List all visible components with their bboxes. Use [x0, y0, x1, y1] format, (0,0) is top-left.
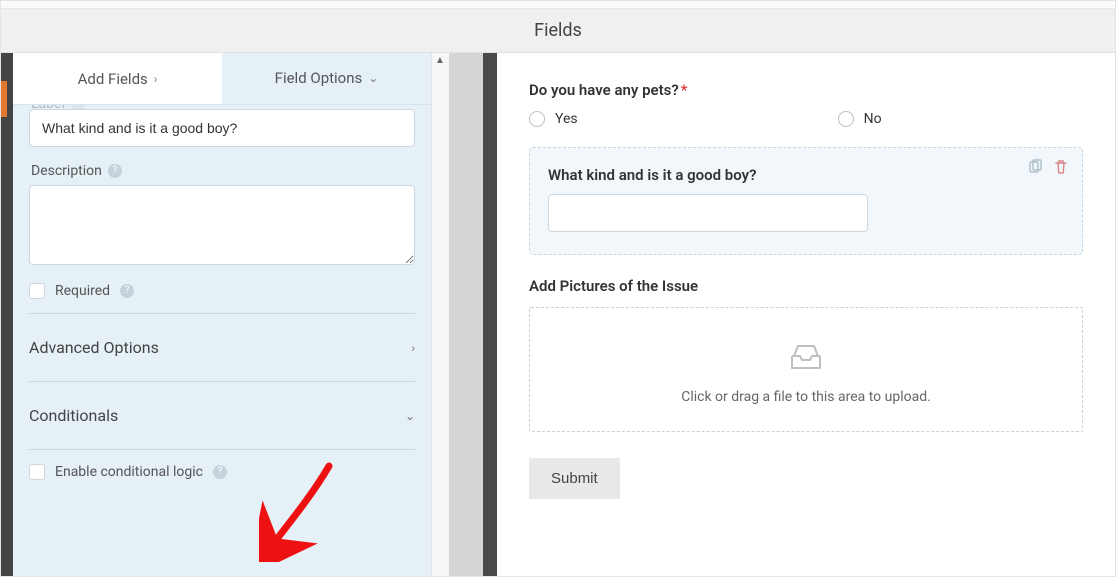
radio-yes-label: Yes	[555, 111, 578, 127]
question-1-text: Do you have any pets?	[529, 81, 679, 99]
enable-conditional-checkbox[interactable]	[29, 464, 45, 480]
gap-column	[449, 53, 483, 576]
radio-no-label: No	[864, 111, 882, 127]
page-title: Fields	[534, 20, 582, 41]
trash-icon[interactable]	[1052, 158, 1070, 176]
form-preview: Do you have any pets?* Yes No	[497, 53, 1115, 576]
sidebar-scrollbar[interactable]: ▲	[431, 53, 449, 576]
inbox-icon	[540, 342, 1072, 379]
enable-conditional-label: Enable conditional logic	[55, 464, 203, 480]
scroll-up-icon[interactable]: ▲	[435, 55, 445, 66]
upload-label: Add Pictures of the Issue	[529, 277, 1083, 295]
selected-field-card[interactable]: What kind and is it a good boy?	[529, 147, 1083, 255]
description-row: Description ?	[31, 163, 413, 179]
enable-conditional-row[interactable]: Enable conditional logic ?	[29, 464, 415, 480]
chevron-down-icon: ⌄	[405, 409, 415, 423]
upload-hint: Click or drag a file to this area to upl…	[681, 389, 931, 405]
question-1-options: Yes No	[529, 111, 1083, 127]
field-options-panel: Label ? Description ? Required ?	[13, 105, 431, 576]
app-frame: Fields Add Fields › Field Options ⌄	[0, 0, 1116, 577]
sidebar: Add Fields › Field Options ⌄ Label ?	[13, 53, 431, 576]
description-caption: Description	[31, 163, 102, 179]
sidebar-wrap: Add Fields › Field Options ⌄ Label ?	[13, 53, 449, 576]
divider	[29, 381, 415, 382]
title-bar: Fields	[1, 9, 1115, 53]
radio-option-no[interactable]: No	[838, 111, 882, 127]
chevron-right-icon: ›	[154, 72, 158, 86]
radio-option-yes[interactable]: Yes	[529, 111, 578, 127]
chevron-right-icon: ›	[411, 341, 415, 355]
submit-button[interactable]: Submit	[529, 458, 620, 499]
label-row: Label ?	[29, 105, 415, 109]
description-input[interactable]	[29, 185, 415, 265]
tab-add-fields-label: Add Fields	[78, 70, 148, 88]
required-star-icon: *	[681, 81, 688, 99]
help-icon[interactable]: ?	[213, 465, 227, 479]
preview-shadow	[483, 53, 497, 576]
divider	[29, 313, 415, 314]
tab-field-options-label: Field Options	[275, 69, 363, 87]
body: Add Fields › Field Options ⌄ Label ?	[1, 53, 1115, 576]
required-row[interactable]: Required ?	[29, 283, 415, 299]
field-actions	[1026, 158, 1070, 176]
conditionals-toggle[interactable]: Conditionals ⌄	[29, 392, 415, 439]
left-rail	[1, 53, 13, 576]
tab-field-options[interactable]: Field Options ⌄	[222, 53, 431, 104]
label-input[interactable]	[29, 109, 415, 147]
sidebar-tabs: Add Fields › Field Options ⌄	[13, 53, 431, 105]
help-icon[interactable]: ?	[120, 284, 134, 298]
duplicate-icon[interactable]	[1026, 158, 1044, 176]
radio-icon	[838, 111, 854, 127]
required-checkbox[interactable]	[29, 283, 45, 299]
help-icon[interactable]: ?	[71, 105, 85, 109]
advanced-options-label: Advanced Options	[29, 338, 159, 357]
question-1-label: Do you have any pets?*	[529, 81, 1083, 99]
file-upload-dropzone[interactable]: Click or drag a file to this area to upl…	[529, 307, 1083, 432]
question-2-label: What kind and is it a good boy?	[548, 166, 1064, 184]
help-icon[interactable]: ?	[108, 164, 122, 178]
conditionals-label: Conditionals	[29, 406, 118, 425]
tab-add-fields[interactable]: Add Fields ›	[13, 53, 222, 104]
top-strip	[1, 1, 1115, 9]
advanced-options-toggle[interactable]: Advanced Options ›	[29, 324, 415, 371]
label-caption: Label	[31, 105, 65, 109]
radio-icon	[529, 111, 545, 127]
chevron-down-icon: ⌄	[368, 71, 378, 85]
question-2-input[interactable]	[548, 194, 868, 232]
divider	[29, 449, 415, 450]
required-label: Required	[55, 283, 110, 299]
